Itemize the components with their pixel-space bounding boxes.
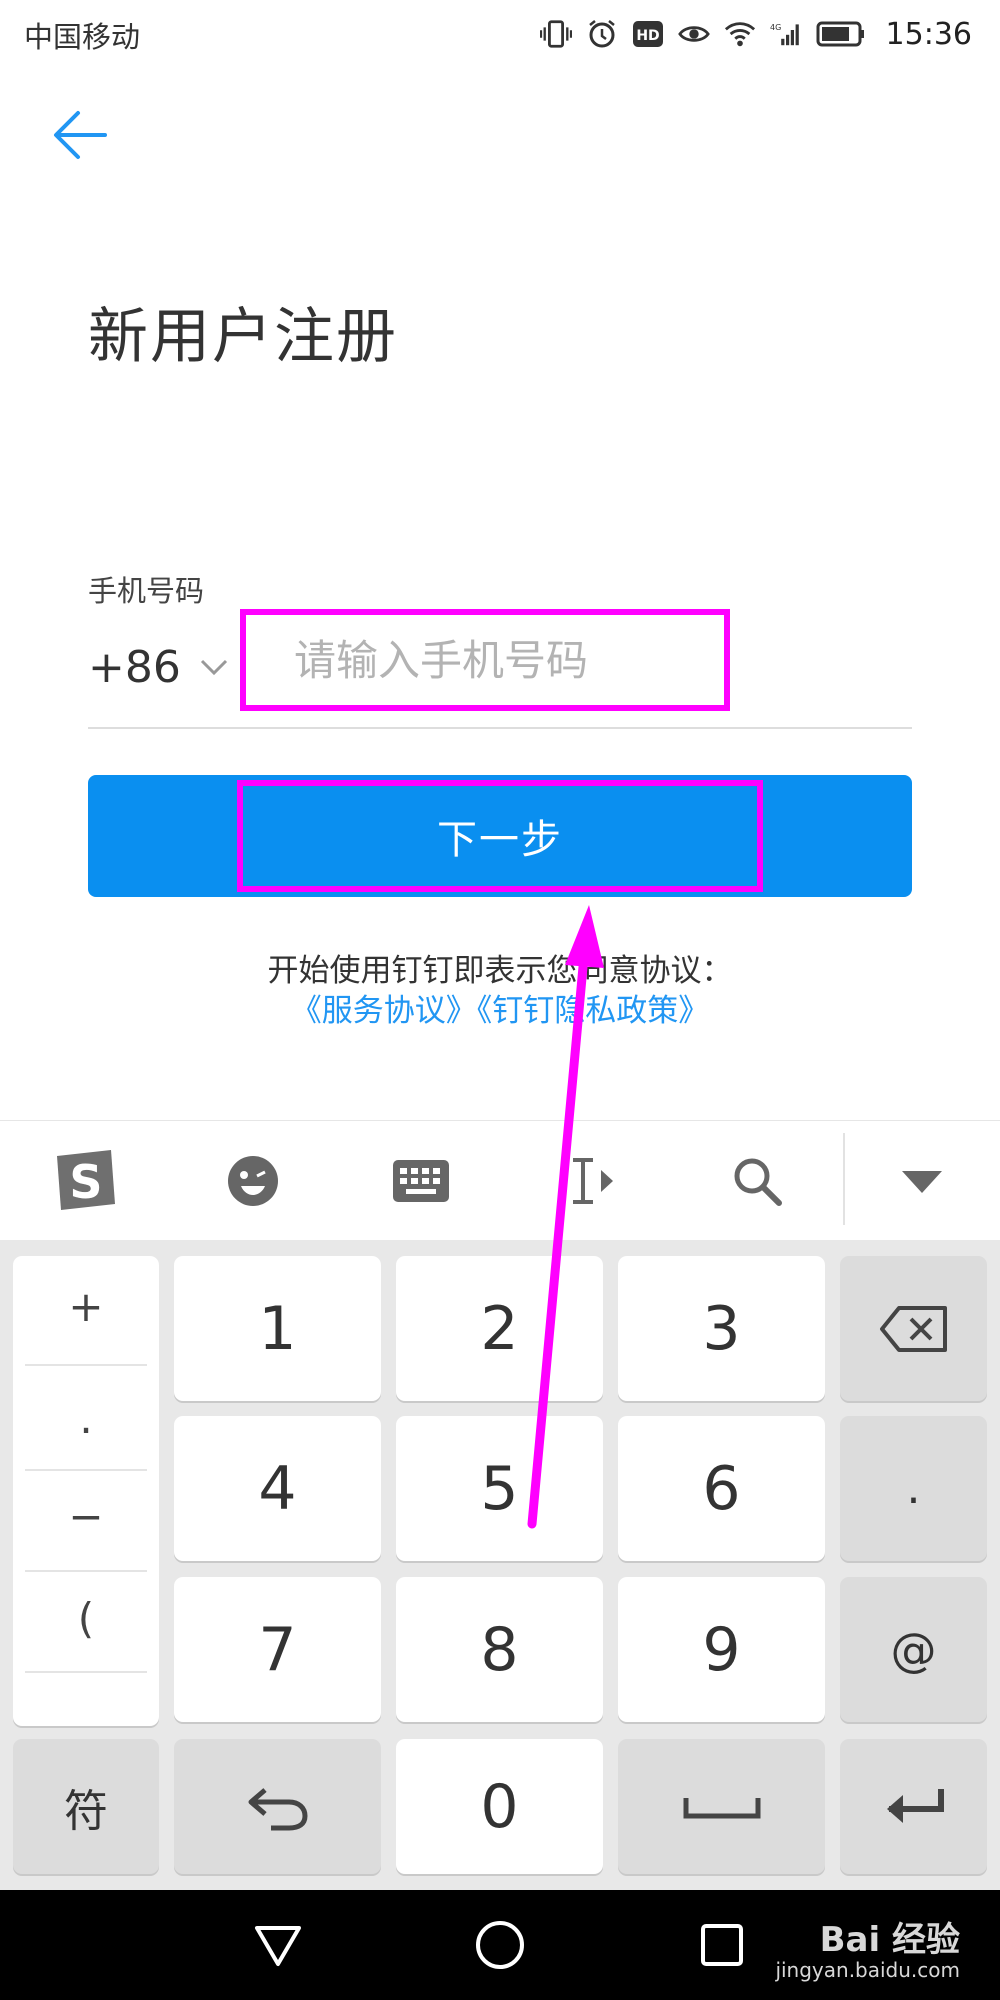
hd-icon: HD [632, 18, 664, 50]
key-paren[interactable]: ( [13, 1568, 159, 1668]
wifi-icon [724, 18, 756, 50]
enter-key[interactable] [840, 1739, 987, 1874]
enter-icon [886, 1788, 944, 1823]
page-title: 新用户注册 [88, 302, 398, 372]
next-button-label: 下一步 [437, 817, 563, 863]
backspace-icon [879, 1305, 947, 1352]
watermark-url: jingyan.baidu.com [775, 1958, 960, 1982]
key-9[interactable]: 9 [618, 1577, 825, 1722]
toolbar-divider [843, 1133, 845, 1225]
key-2[interactable]: 2 [396, 1256, 603, 1401]
key-at[interactable]: @ [840, 1577, 987, 1722]
status-bar: 中国移动 HD 4G 15:36 [0, 0, 1000, 70]
key-dot-side[interactable]: . [13, 1368, 159, 1468]
eye-icon [677, 18, 710, 50]
nav-back-button[interactable] [228, 1890, 328, 2000]
nav-recents-button[interactable] [672, 1890, 772, 2000]
search-icon [734, 1158, 782, 1206]
phone-input-highlight [240, 609, 730, 711]
signal-4g-icon: 4G [770, 18, 802, 50]
keyboard-switch-button[interactable] [356, 1121, 486, 1241]
space-key[interactable] [618, 1739, 825, 1874]
square-recents-icon [701, 1924, 743, 1966]
svg-text:S: S [69, 1155, 102, 1209]
agreement-links: 《服务协议》《钉钉隐私政策》 [0, 985, 1000, 1030]
circle-home-icon [476, 1921, 524, 1969]
key-minus[interactable]: − [13, 1466, 159, 1566]
arrow-left-icon [54, 111, 107, 159]
key-dot[interactable]: . [840, 1416, 987, 1561]
nav-home-button[interactable] [450, 1890, 550, 2000]
cursor-icon [561, 1158, 613, 1204]
keyboard-search-button[interactable] [692, 1121, 822, 1241]
key-5[interactable]: 5 [396, 1416, 603, 1561]
clock: 15:36 [885, 16, 972, 52]
return-key[interactable] [174, 1739, 381, 1874]
country-code-selector[interactable]: +86 [88, 636, 229, 698]
symbols-key[interactable]: 符 [13, 1739, 159, 1874]
keyboard-icon [393, 1160, 449, 1202]
privacy-policy-link[interactable]: 《钉钉隐私政策》 [477, 993, 710, 1029]
input-underline [88, 727, 912, 729]
side-separator [25, 1671, 147, 1673]
chevron-down-icon [200, 659, 227, 676]
key-plus[interactable]: + [13, 1256, 159, 1356]
triangle-back-icon [255, 1926, 301, 1966]
key-8[interactable]: 8 [396, 1577, 603, 1722]
emoji-button[interactable] [188, 1121, 318, 1241]
side-separator [25, 1364, 147, 1366]
keyboard-toolbar: S [0, 1120, 1000, 1241]
collapse-icon [902, 1171, 942, 1193]
next-button[interactable]: 下一步 [88, 775, 912, 897]
alarm-icon [586, 18, 618, 50]
battery-icon [816, 18, 866, 50]
svg-text:4G: 4G [770, 23, 781, 32]
phone-input[interactable] [246, 615, 724, 705]
country-code: +86 [88, 641, 181, 693]
key-6[interactable]: 6 [618, 1416, 825, 1561]
vibrate-icon [539, 18, 572, 50]
undo-arrow-icon [248, 1787, 308, 1830]
space-icon [683, 1797, 760, 1818]
key-3[interactable]: 3 [618, 1256, 825, 1401]
keyboard-collapse-button[interactable] [857, 1121, 987, 1241]
key-4[interactable]: 4 [174, 1416, 381, 1561]
side-symbol-column: + . − ( [13, 1256, 159, 1726]
watermark: Bai 经验 [819, 1920, 960, 1960]
cursor-move-button[interactable] [524, 1121, 654, 1241]
backspace-key[interactable] [840, 1256, 987, 1401]
svg-text:HD: HD [636, 28, 659, 44]
back-button[interactable] [40, 100, 120, 170]
key-1[interactable]: 1 [174, 1256, 381, 1401]
key-7[interactable]: 7 [174, 1577, 381, 1722]
carrier-name: 中国移动 [24, 20, 141, 54]
emoji-icon [228, 1156, 278, 1206]
phone-label: 手机号码 [88, 574, 205, 608]
sogou-logo-button[interactable]: S [20, 1121, 150, 1241]
service-agreement-link[interactable]: 《服务协议》 [291, 993, 477, 1029]
key-0[interactable]: 0 [396, 1739, 603, 1874]
agreement-text: 开始使用钉钉即表示您同意协议： [267, 953, 733, 989]
status-icons: HD 4G 15:36 [539, 10, 972, 58]
sogou-logo-icon: S [57, 1150, 115, 1210]
